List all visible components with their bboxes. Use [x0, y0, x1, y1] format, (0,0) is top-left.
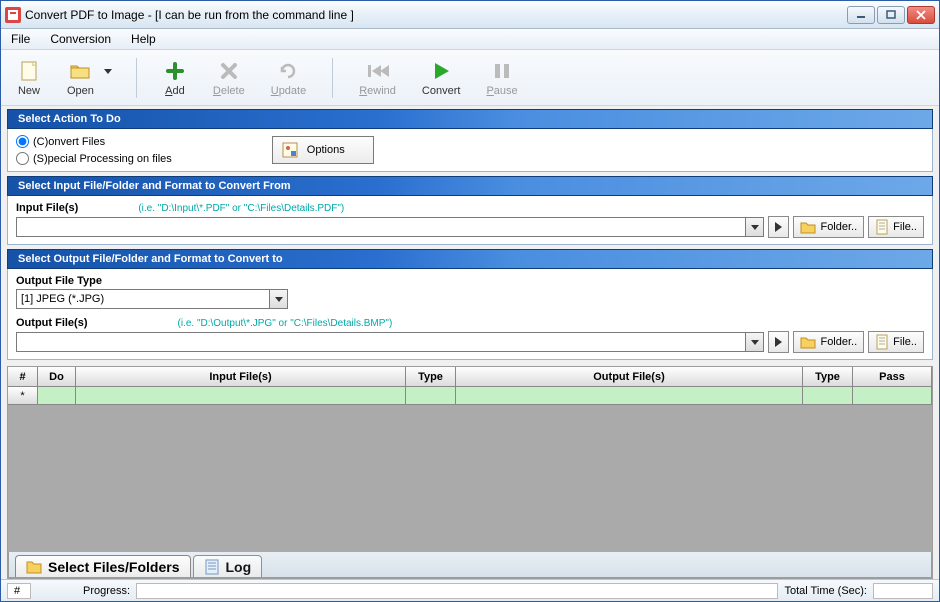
- pause-icon: [490, 59, 514, 83]
- col-output-type[interactable]: Type: [803, 367, 853, 387]
- file-icon: [875, 219, 889, 235]
- radio-special-processing[interactable]: (S)pecial Processing on files: [16, 152, 172, 165]
- new-button[interactable]: New: [13, 57, 45, 99]
- rewind-button[interactable]: Rewind: [355, 57, 400, 99]
- new-icon: [17, 59, 41, 83]
- delete-icon: [217, 59, 241, 83]
- output-files-label: Output File(s): [16, 317, 88, 329]
- output-play-button[interactable]: [768, 331, 789, 353]
- status-bar: # Progress: Total Time (Sec):: [1, 579, 939, 601]
- output-folder-button[interactable]: Folder..: [793, 331, 864, 353]
- update-icon: [276, 59, 300, 83]
- status-hash: #: [7, 583, 31, 599]
- options-icon: [281, 141, 299, 159]
- folder-icon: [800, 220, 816, 234]
- open-button[interactable]: Open: [63, 57, 98, 99]
- open-dropdown-icon[interactable]: [104, 69, 112, 74]
- section-output: Output File Type Output File(s) (i.e. "D…: [7, 269, 933, 360]
- add-button[interactable]: Add: [159, 57, 191, 99]
- total-time-value: [873, 583, 933, 599]
- col-input-type[interactable]: Type: [406, 367, 456, 387]
- col-output-files[interactable]: Output File(s): [456, 367, 803, 387]
- total-time-label: Total Time (Sec):: [784, 585, 867, 597]
- progress-bar: [136, 583, 778, 599]
- menu-conversion[interactable]: Conversion: [46, 30, 115, 48]
- menu-file[interactable]: File: [7, 30, 34, 48]
- menu-help[interactable]: Help: [127, 30, 160, 48]
- input-files-dropdown[interactable]: [746, 217, 764, 237]
- file-icon: [875, 334, 889, 350]
- output-type-label: Output File Type: [16, 275, 924, 287]
- files-grid: # Do Input File(s) Type Output File(s) T…: [7, 366, 933, 579]
- input-files-field[interactable]: [16, 217, 746, 237]
- title-bar: Convert PDF to Image - [I can be run fro…: [1, 1, 939, 29]
- section-header-input: Select Input File/Folder and Format to C…: [7, 176, 933, 196]
- output-files-dropdown[interactable]: [746, 332, 764, 352]
- section-input: Input File(s) (i.e. "D:\Input\*.PDF" or …: [7, 196, 933, 245]
- output-file-button[interactable]: File..: [868, 331, 924, 353]
- col-pass[interactable]: Pass: [853, 367, 932, 387]
- convert-button[interactable]: Convert: [418, 57, 465, 99]
- input-folder-button[interactable]: Folder..: [793, 216, 864, 238]
- section-action: (C)onvert Files (S)pecial Processing on …: [7, 129, 933, 172]
- progress-label: Progress:: [83, 585, 130, 597]
- play-icon: [429, 59, 453, 83]
- rewind-icon: [366, 59, 390, 83]
- output-type-select[interactable]: [16, 289, 270, 309]
- update-button[interactable]: Update: [267, 57, 310, 99]
- app-icon: [5, 7, 21, 23]
- grid-new-row[interactable]: *: [8, 387, 932, 405]
- window-title: Convert PDF to Image - [I can be run fro…: [25, 8, 847, 22]
- output-type-dropdown[interactable]: [270, 289, 288, 309]
- section-header-output: Select Output File/Folder and Format to …: [7, 249, 933, 269]
- menu-bar: File Conversion Help: [1, 29, 939, 50]
- input-files-label: Input File(s): [16, 202, 78, 214]
- delete-button[interactable]: Delete: [209, 57, 249, 99]
- col-input-files[interactable]: Input File(s): [76, 367, 406, 387]
- input-play-button[interactable]: [768, 216, 789, 238]
- output-files-hint: (i.e. "D:\Output\*.JPG" or "C:\Files\Det…: [178, 318, 393, 329]
- add-icon: [163, 59, 187, 83]
- open-icon: [68, 59, 92, 83]
- toolbar: New Open Add Delete Update: [1, 50, 939, 106]
- col-do[interactable]: Do: [38, 367, 76, 387]
- log-icon: [204, 559, 220, 575]
- minimize-button[interactable]: [847, 6, 875, 24]
- options-button[interactable]: Options: [272, 136, 374, 164]
- tab-select-files[interactable]: Select Files/Folders: [15, 555, 191, 577]
- output-files-field[interactable]: [16, 332, 746, 352]
- col-number[interactable]: #: [8, 367, 38, 387]
- radio-convert-files[interactable]: (C)onvert Files: [16, 135, 172, 148]
- pause-button[interactable]: Pause: [482, 57, 521, 99]
- folder-icon: [800, 335, 816, 349]
- input-file-button[interactable]: File..: [868, 216, 924, 238]
- section-header-action: Select Action To Do: [7, 109, 933, 129]
- tab-log[interactable]: Log: [193, 555, 263, 577]
- close-button[interactable]: [907, 6, 935, 24]
- folder-small-icon: [26, 559, 42, 575]
- input-files-hint: (i.e. "D:\Input\*.PDF" or "C:\Files\Deta…: [138, 203, 344, 214]
- maximize-button[interactable]: [877, 6, 905, 24]
